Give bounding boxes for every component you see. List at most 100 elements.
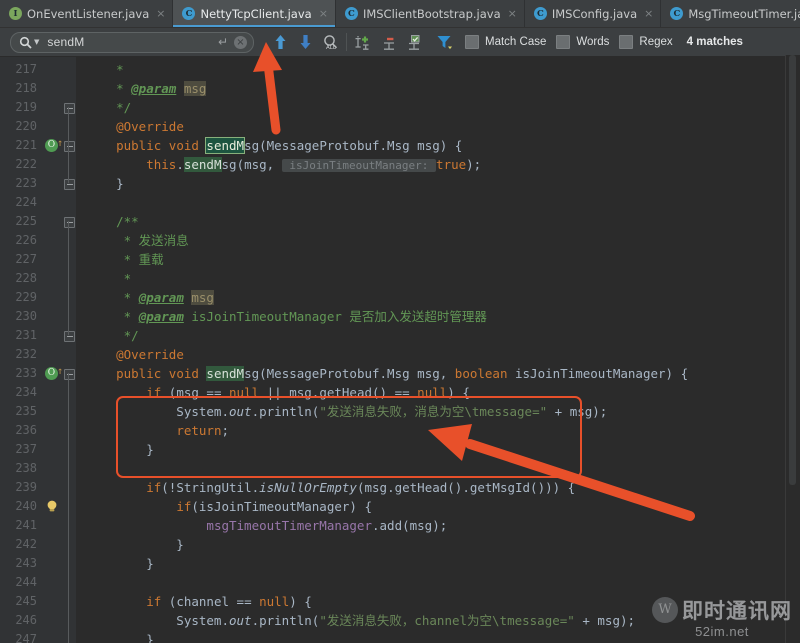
code-line[interactable]: public void sendMsg(MessageProtobuf.Msg … — [86, 136, 800, 155]
code-line[interactable]: if (channel == null) { — [86, 592, 800, 611]
regex-option[interactable]: Regex — [619, 35, 673, 49]
filter-button[interactable] — [433, 30, 455, 54]
words-checkbox[interactable] — [556, 35, 571, 49]
code-line[interactable]: * 发送消息 — [86, 231, 800, 250]
find-previous-button[interactable] — [268, 30, 293, 54]
find-next-button[interactable] — [293, 30, 318, 54]
code-line[interactable]: */ — [86, 98, 800, 117]
code-line[interactable]: * @param msg — [86, 288, 800, 307]
code-token: * — [86, 81, 132, 96]
class-icon: C — [670, 7, 684, 20]
words-label: Words — [576, 36, 610, 48]
fold-end-icon[interactable] — [64, 103, 75, 114]
code-line[interactable] — [86, 459, 800, 478]
code-line[interactable]: * @param isJoinTimeoutManager 是否加入发送超时管理… — [86, 307, 800, 326]
chevron-down-icon[interactable]: ▼ — [34, 38, 39, 46]
words-option[interactable]: Words — [556, 35, 609, 49]
tab-IMSConfig[interactable]: C IMSConfig.java × — [524, 0, 662, 27]
code-token: ) { — [289, 594, 312, 609]
close-icon[interactable]: × — [508, 8, 517, 19]
code-line[interactable]: System.out.println("发送消息失败，channel为空\tme… — [86, 611, 800, 630]
code-line[interactable]: public void sendMsg(MessageProtobuf.Msg … — [86, 364, 800, 383]
line-number: 237 — [15, 442, 37, 456]
search-input-value[interactable]: sendM — [47, 35, 218, 49]
regex-checkbox[interactable] — [619, 35, 634, 49]
tab-MsgTimeoutTimer[interactable]: C MsgTimeoutTimer.java × — [661, 0, 800, 27]
code-line[interactable] — [86, 573, 800, 592]
code-token: /** — [86, 214, 139, 229]
close-icon[interactable]: × — [319, 8, 328, 19]
source-code-area[interactable]: * * @param msg */ @Override public void … — [76, 57, 800, 643]
code-line[interactable]: * @param msg — [86, 79, 800, 98]
add-occurrence-button[interactable] — [350, 30, 375, 54]
code-line[interactable]: @Override — [86, 117, 800, 136]
code-folding-gutter[interactable] — [62, 57, 76, 643]
line-number: 220 — [15, 119, 37, 133]
code-token: sendM — [206, 366, 245, 381]
remove-occurrence-button[interactable] — [375, 30, 400, 54]
clear-search-icon[interactable]: × — [234, 35, 247, 49]
gutter-markers[interactable]: O ↑ O ↑ — [44, 57, 63, 643]
code-token: if — [146, 385, 162, 400]
code-token: if — [146, 480, 162, 495]
code-token: ); — [466, 157, 482, 172]
close-icon[interactable]: × — [156, 8, 165, 19]
code-token: .println( — [251, 613, 320, 628]
match-case-checkbox[interactable] — [465, 35, 479, 49]
code-line[interactable]: if(isJoinTimeoutManager) { — [86, 497, 800, 516]
fold-collapse-icon[interactable] — [64, 217, 75, 228]
code-line[interactable]: } — [86, 440, 800, 459]
tab-OnEventListener[interactable]: I OnEventListener.java × — [0, 0, 174, 27]
code-line[interactable]: * — [86, 269, 800, 288]
code-line[interactable]: } — [86, 174, 800, 193]
line-number: 242 — [15, 537, 37, 551]
line-number: 228 — [15, 271, 37, 285]
code-line[interactable]: /** — [86, 212, 800, 231]
code-line[interactable]: * — [86, 60, 800, 79]
match-case-option[interactable]: Match Case — [465, 35, 546, 49]
scrollbar-thumb[interactable] — [789, 55, 796, 485]
code-line[interactable]: * 重载 — [86, 250, 800, 269]
code-line[interactable] — [86, 193, 800, 212]
code-line[interactable]: if (msg == null || msg.getHead() == null… — [86, 383, 800, 402]
search-input[interactable]: ▼ sendM ↵ × — [10, 31, 254, 53]
code-line[interactable]: return; — [86, 421, 800, 440]
code-line[interactable]: @Override — [86, 345, 800, 364]
line-number: 244 — [15, 575, 37, 589]
line-number: 235 — [15, 404, 37, 418]
code-editor[interactable]: 217 218 219 220 221 222 223 224 225 226 227 228 229 2… — [0, 57, 800, 643]
code-line[interactable]: } — [86, 630, 800, 643]
fold-collapse-icon[interactable] — [64, 369, 75, 380]
code-line[interactable]: this.sendMsg(msg, isJoinTimeoutManager: … — [86, 155, 800, 174]
search-icon[interactable]: ▼ — [19, 36, 39, 49]
tab-NettyTcpClient[interactable]: C NettyTcpClient.java × — [173, 0, 336, 27]
select-all-occurrences-button[interactable] — [400, 30, 425, 54]
line-number: 229 — [15, 290, 37, 304]
line-number: 219 — [15, 100, 37, 114]
code-token: * 发送消息 — [86, 233, 189, 248]
code-token: sg — [244, 366, 260, 381]
code-token: @param — [131, 81, 177, 96]
fold-end-icon[interactable] — [64, 179, 75, 190]
code-line[interactable]: } — [86, 535, 800, 554]
close-icon[interactable]: × — [644, 8, 653, 19]
code-line[interactable]: msgTimeoutTimerManager.add(msg); — [86, 516, 800, 535]
vertical-scrollbar[interactable] — [785, 55, 800, 643]
code-line[interactable]: } — [86, 554, 800, 573]
code-line[interactable]: */ — [86, 326, 800, 345]
find-all-button[interactable]: ALL — [318, 30, 343, 54]
code-token: * — [86, 290, 139, 305]
intention-bulb-icon[interactable] — [45, 499, 59, 513]
code-line[interactable]: System.out.println("发送消息失败，消息为空\tmessage… — [86, 402, 800, 421]
find-toolbar: ▼ sendM ↵ × ALL Match Case Words Regex 4… — [0, 28, 800, 57]
code-token: || msg.getHead() == — [259, 385, 418, 400]
code-line[interactable]: if(!StringUtil.isNullOrEmpty(msg.getHead… — [86, 478, 800, 497]
fold-collapse-icon[interactable] — [64, 141, 75, 152]
fold-end-icon[interactable] — [64, 331, 75, 342]
tab-IMSClientBootstrap[interactable]: C IMSClientBootstrap.java × — [335, 0, 525, 27]
line-number: 238 — [15, 461, 37, 475]
